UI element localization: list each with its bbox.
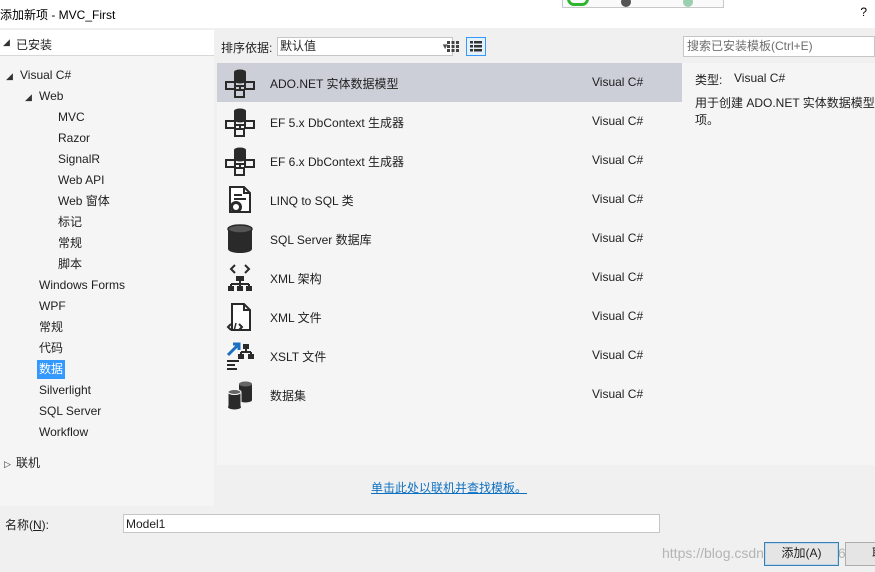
- accelerator-key: N: [33, 518, 42, 532]
- expanded-arrow-icon[interactable]: ◢: [25, 92, 32, 103]
- tree-item-wpf[interactable]: WPF: [39, 297, 66, 316]
- tree-item-workflow[interactable]: Workflow: [39, 423, 88, 442]
- floating-toolbar-fragment: [562, 0, 724, 8]
- tree-item-web-forms[interactable]: Web 窗体: [58, 192, 110, 211]
- expanded-arrow-icon[interactable]: ◢: [6, 71, 13, 82]
- template-name: EF 5.x DbContext 生成器: [270, 116, 405, 130]
- template-name: XSLT 文件: [270, 350, 327, 364]
- template-language: Visual C#: [592, 348, 644, 362]
- green-logo-icon: [567, 0, 589, 6]
- xml-file-icon: [226, 303, 251, 332]
- tree-item-online[interactable]: 联机: [16, 454, 40, 473]
- template-language: Visual C#: [592, 153, 644, 167]
- entity-model-icon: [225, 108, 255, 137]
- installed-header[interactable]: ◢ 已安装: [0, 30, 214, 56]
- name-label: 名称(N):: [5, 518, 50, 532]
- tree-item-visual-csharp[interactable]: Visual C#: [20, 66, 71, 85]
- expanded-arrow-icon: ◢: [3, 37, 10, 47]
- template-name: ADO.NET 实体数据模型: [270, 77, 399, 91]
- template-details: 类型: Visual C# 用于创建 ADO.NET 实体数据模型的项。: [682, 63, 875, 465]
- tree-item-general[interactable]: 常规: [39, 318, 63, 337]
- title-bar: 添加新项 - MVC_First ?: [0, 0, 875, 28]
- template-row[interactable]: XSLT 文件 Visual C#: [217, 336, 682, 375]
- template-language: Visual C#: [592, 114, 644, 128]
- template-row[interactable]: XML 文件 Visual C#: [217, 297, 682, 336]
- template-language: Visual C#: [592, 270, 644, 284]
- entity-model-icon: [225, 147, 255, 176]
- tree-item-web-api[interactable]: Web API: [58, 171, 104, 190]
- sort-value: 默认值: [280, 39, 317, 53]
- collapsed-arrow-icon[interactable]: ▷: [4, 459, 11, 470]
- template-row[interactable]: ADO.NET 实体数据模型 Visual C#: [217, 63, 682, 102]
- template-row[interactable]: EF 5.x DbContext 生成器 Visual C#: [217, 102, 682, 141]
- template-row[interactable]: XML 架构 Visual C#: [217, 258, 682, 297]
- template-name: EF 6.x DbContext 生成器: [270, 155, 405, 169]
- find-templates-online-link[interactable]: 单击此处以联机并查找模板。: [371, 479, 527, 496]
- type-label: 类型:: [695, 73, 723, 87]
- template-language: Visual C#: [592, 387, 644, 401]
- tree-item-web-general[interactable]: 常规: [58, 234, 82, 253]
- tree-item-script[interactable]: 脚本: [58, 255, 82, 274]
- xml-schema-icon: [228, 264, 252, 291]
- add-button[interactable]: 添加(A): [764, 542, 839, 566]
- search-input[interactable]: 搜索已安装模板(Ctrl+E): [683, 36, 875, 57]
- installed-label: 已安装: [16, 38, 53, 52]
- dataset-icon: [227, 381, 252, 410]
- grid-view-icon: [447, 41, 459, 52]
- xslt-icon: [226, 342, 254, 370]
- tree-item-mvc[interactable]: MVC: [58, 108, 85, 127]
- template-name: SQL Server 数据库: [270, 233, 372, 247]
- template-language: Visual C#: [592, 192, 644, 206]
- list-view-icon: [470, 41, 482, 52]
- tree-item-signalr[interactable]: SignalR: [58, 150, 100, 169]
- circle-icon: [621, 0, 631, 7]
- tree-item-markup[interactable]: 标记: [58, 213, 82, 232]
- tree-item-windows-forms[interactable]: Windows Forms: [39, 276, 125, 295]
- type-value: Visual C#: [734, 71, 786, 85]
- tree-item-sql-server[interactable]: SQL Server: [39, 402, 101, 421]
- template-list: ADO.NET 实体数据模型 Visual C# EF 5.x DbContex…: [217, 63, 682, 465]
- template-name: LINQ to SQL 类: [270, 194, 354, 208]
- template-row[interactable]: EF 6.x DbContext 生成器 Visual C#: [217, 141, 682, 180]
- window-title: 添加新项 - MVC_First: [0, 8, 116, 22]
- template-toolbar: 排序依据: 默认值 ▼ 搜索已安装模板(Ctrl+E): [217, 32, 875, 60]
- entity-model-icon: [225, 69, 255, 98]
- category-tree: ◢ 已安装 ◢ Visual C# ◢ Web MVC Razor Signal…: [0, 30, 214, 506]
- template-row[interactable]: 数据集 Visual C#: [217, 375, 682, 414]
- cancel-button[interactable]: 取消: [845, 542, 875, 566]
- small-icons-view-button[interactable]: [443, 37, 463, 56]
- name-input[interactable]: [123, 514, 660, 533]
- linq-icon: [229, 186, 251, 213]
- template-name: XML 文件: [270, 311, 322, 325]
- database-icon: [227, 224, 253, 253]
- sort-dropdown[interactable]: 默认值 ▼: [277, 37, 453, 56]
- template-language: Visual C#: [592, 75, 644, 89]
- template-language: Visual C#: [592, 231, 644, 245]
- template-description: 用于创建 ADO.NET 实体数据模型的项。: [695, 96, 875, 127]
- tree-item-web[interactable]: Web: [39, 87, 63, 106]
- list-view-button[interactable]: [466, 37, 486, 56]
- sort-label: 排序依据:: [221, 41, 273, 55]
- tree-item-code[interactable]: 代码: [39, 339, 63, 358]
- template-language: Visual C#: [592, 309, 644, 323]
- template-name: XML 架构: [270, 272, 322, 286]
- help-button[interactable]: ?: [860, 5, 867, 19]
- circle-icon: [683, 0, 693, 7]
- template-row[interactable]: LINQ to SQL 类 Visual C#: [217, 180, 682, 219]
- template-name: 数据集: [270, 389, 307, 403]
- tree-item-data[interactable]: 数据: [37, 360, 66, 379]
- tree-item-silverlight[interactable]: Silverlight: [39, 381, 91, 400]
- tree-item-razor[interactable]: Razor: [58, 129, 90, 148]
- template-row[interactable]: SQL Server 数据库 Visual C#: [217, 219, 682, 258]
